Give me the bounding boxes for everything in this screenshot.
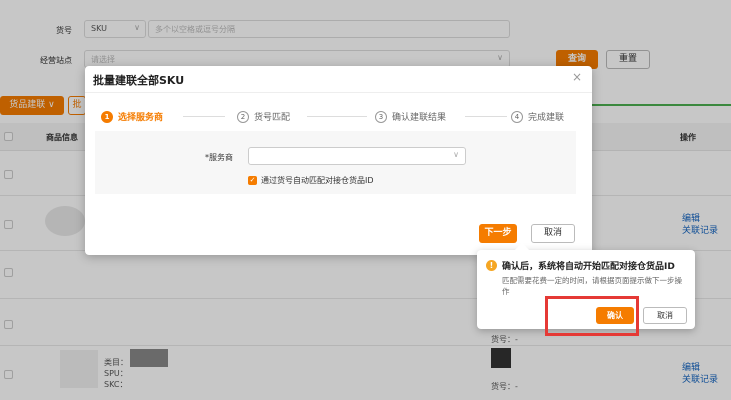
batch-link-modal: 批量建联全部SKU × 1 选择服务商 2 货号匹配 3 确认建联结果 4 完成… xyxy=(85,66,592,255)
modal-title: 批量建联全部SKU xyxy=(93,74,185,87)
step-connector xyxy=(465,116,507,117)
close-icon[interactable]: × xyxy=(572,70,582,84)
modal-header-divider xyxy=(85,92,592,93)
step-sku-match: 2 货号匹配 xyxy=(237,110,290,123)
provider-form: *服务商 ∨ ✓ 通过货号自动匹配对接仓货品ID xyxy=(95,131,576,194)
step-label: 完成建联 xyxy=(528,113,565,123)
warning-icon: ! xyxy=(486,260,497,271)
step-select-provider: 1 选择服务商 xyxy=(101,110,163,123)
step-number: 1 xyxy=(101,110,113,123)
step-number: 3 xyxy=(375,110,387,123)
next-step-button[interactable]: 下一步 xyxy=(479,224,517,243)
step-label: 选择服务商 xyxy=(118,113,164,123)
chevron-down-icon: ∨ xyxy=(453,150,459,159)
step-confirm-result: 3 确认建联结果 xyxy=(375,110,446,123)
popover-cancel-button[interactable]: 取消 xyxy=(643,307,687,324)
checkbox-checked-icon[interactable]: ✓ xyxy=(248,176,257,185)
step-connector xyxy=(307,116,367,117)
annotation-highlight-box xyxy=(545,296,639,336)
auto-match-label: 通过货号自动匹配对接仓货品ID xyxy=(261,176,374,185)
step-number: 4 xyxy=(511,110,523,123)
step-complete: 4 完成建联 xyxy=(511,110,564,123)
step-number: 2 xyxy=(237,110,249,123)
step-label: 确认建联结果 xyxy=(392,113,447,123)
provider-label: *服务商 xyxy=(205,153,233,162)
modal-cancel-button[interactable]: 取消 xyxy=(531,224,575,243)
auto-match-option[interactable]: ✓ 通过货号自动匹配对接仓货品ID xyxy=(248,175,374,186)
popover-title: 确认后，系统将自动开始匹配对接仓货品ID xyxy=(502,262,675,272)
step-connector xyxy=(183,116,225,117)
popover-body: 匹配需要花费一定的时间，请根据页面提示做下一步操作 xyxy=(502,276,682,296)
provider-select[interactable]: ∨ xyxy=(248,147,466,165)
step-label: 货号匹配 xyxy=(254,113,291,123)
